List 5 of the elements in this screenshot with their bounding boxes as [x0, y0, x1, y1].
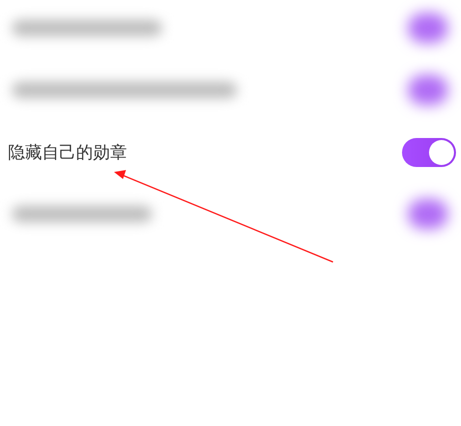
blurred-toggle[interactable] [408, 13, 448, 43]
toggle-switch[interactable] [402, 138, 456, 166]
blurred-toggle[interactable] [408, 199, 448, 229]
blurred-toggle[interactable] [408, 75, 448, 105]
setting-label: 隐藏自己的勋章 [8, 142, 127, 164]
